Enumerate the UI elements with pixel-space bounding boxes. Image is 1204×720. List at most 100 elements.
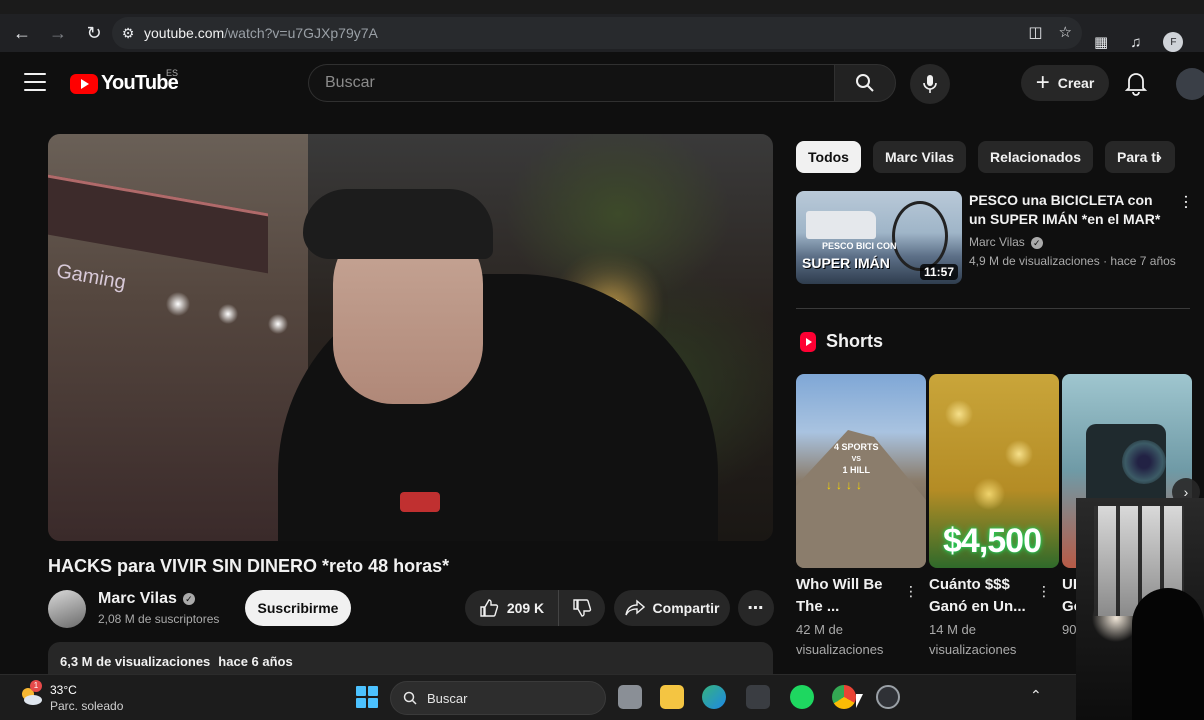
short-1-thumb-text: 4 SPORTS VS 1 HILL (834, 442, 879, 476)
arrow-down-icons: ↓↓↓↓ (826, 478, 866, 492)
share-label: Compartir (652, 600, 720, 616)
more-actions-button[interactable]: ⋯ (738, 590, 774, 626)
more-horizontal-icon: ⋯ (747, 600, 765, 617)
install-app-icon[interactable]: ◫ (1028, 23, 1042, 41)
youtube-logo[interactable]: YouTube ES (70, 68, 179, 95)
upload-age: hace 6 años (218, 654, 293, 669)
thumbnail-caption-big: SUPER IMÁN (802, 255, 890, 271)
recommended-title[interactable]: PESCO una BICICLETA con un SUPER IMÁN *e… (969, 191, 1169, 229)
mouse-cursor-icon (856, 694, 863, 708)
chip-para-ti[interactable]: Para ti (1105, 141, 1176, 173)
short-title-2[interactable]: Cuánto $$$ Ganó en Un... (929, 574, 1029, 618)
obs-recorder-icon[interactable] (876, 685, 900, 709)
thumbnail-caption-small: PESCO BICI CON (822, 241, 897, 251)
share-arrow-icon (624, 599, 645, 616)
browser-tab-strip (0, 0, 1204, 14)
recommended-thumbnail[interactable]: PESCO BICI CON SUPER IMÁN 11:57 (796, 191, 962, 284)
address-bar[interactable]: ⚙ youtube.com/watch?v=u7GJXp79y7A ◫ ☆ (112, 17, 1082, 49)
taskbar-search-label: Buscar (427, 690, 468, 706)
microphone-icon (923, 75, 937, 93)
like-count: 209 K (506, 600, 545, 616)
recommended-stats: 4,9 M de visualizaciones · hace 7 años (969, 254, 1176, 268)
recommended-views: 4,9 M de visualizaciones (969, 254, 1100, 268)
channel-name[interactable]: Marc Vilas ✓ (98, 590, 195, 608)
verified-check-icon: ✓ (182, 592, 195, 605)
more-vertical-icon[interactable]: ⋮ (1037, 583, 1051, 600)
short-thumbnail-2[interactable]: $4,500 (929, 374, 1059, 568)
more-vertical-icon[interactable]: ⋮ (904, 583, 918, 600)
thumbnail-bicycle-wheel (892, 201, 948, 271)
chevron-right-icon[interactable]: › (1156, 147, 1162, 168)
search-icon (856, 74, 874, 92)
webcam-person-silhouette (1132, 588, 1204, 720)
chip-relacionados[interactable]: Relacionados (977, 141, 1094, 173)
media-controls-icon[interactable]: ♫ (1130, 34, 1141, 51)
like-button[interactable]: 209 K (465, 590, 559, 626)
profile-avatar[interactable]: F (1163, 32, 1184, 52)
windows-taskbar: 1 33°C Parc. soleado Buscar ⌃ (0, 674, 1076, 720)
notifications-bell-icon[interactable] (1124, 70, 1148, 98)
channel-name-text[interactable]: Marc Vilas (98, 590, 177, 607)
filter-chips: Todos Marc Vilas Relacionados Para ti (796, 141, 1176, 173)
task-view-icon[interactable] (618, 685, 642, 709)
webcam-overlay (1076, 498, 1204, 720)
reload-button[interactable]: ↻ (76, 18, 112, 48)
short-2-thumb-text: $4,500 (943, 522, 1042, 560)
recommended-channel-text[interactable]: Marc Vilas (969, 235, 1025, 249)
thumbnail-ship (806, 211, 876, 239)
spotify-icon[interactable] (790, 685, 814, 709)
dislike-button[interactable] (559, 590, 605, 626)
subscribe-button[interactable]: Suscribirme (245, 590, 351, 626)
microsoft-store-icon[interactable] (746, 685, 770, 709)
account-avatar[interactable] (1176, 68, 1204, 100)
url-host: youtube.com (144, 25, 225, 41)
voice-search-button[interactable] (910, 64, 950, 104)
create-label: Crear (1057, 75, 1095, 91)
browser-toolbar: ← → ↻ ⚙ youtube.com/watch?v=u7GJXp79y7A … (0, 14, 1204, 52)
weather-temperature[interactable]: 33°C (50, 683, 77, 697)
thumbs-down-icon (573, 599, 592, 617)
file-explorer-icon[interactable] (660, 685, 684, 709)
short-thumbnail-1[interactable]: 4 SPORTS VS 1 HILL ↓↓↓↓ (796, 374, 926, 568)
site-info-icon[interactable]: ⚙ (112, 25, 144, 42)
weather-notification-badge: 1 (30, 680, 42, 692)
url-path: /watch?v=u7GJXp79y7A (224, 25, 378, 41)
short-1-thumb-line-1: 4 SPORTS (834, 442, 879, 452)
chip-todos[interactable]: Todos (796, 141, 861, 173)
extensions-icon[interactable]: ▦ (1094, 33, 1108, 51)
recommended-channel[interactable]: Marc Vilas ✓ (969, 235, 1043, 249)
taskbar-search[interactable]: Buscar (390, 681, 606, 715)
forward-button[interactable]: → (40, 18, 76, 48)
search-button[interactable] (834, 64, 896, 102)
video-frame-cap (303, 189, 493, 259)
thumbnail-lens (1122, 440, 1166, 484)
like-dislike-group: 209 K (465, 590, 605, 626)
create-button[interactable]: + Crear (1021, 65, 1109, 101)
duration-badge: 11:57 (919, 264, 958, 280)
chip-marc-vilas[interactable]: Marc Vilas (872, 141, 966, 173)
channel-avatar[interactable] (48, 590, 86, 628)
shorts-logo-icon (800, 331, 816, 352)
video-frame-lights (158, 284, 308, 344)
shorts-title: Shorts (826, 331, 884, 351)
more-vertical-icon[interactable]: ⋯ (1176, 194, 1195, 210)
menu-icon[interactable] (24, 73, 46, 91)
share-button[interactable]: Compartir (614, 590, 730, 626)
short-1-thumb-line-2: VS (851, 456, 861, 463)
chevron-up-icon[interactable]: ⌃ (1030, 687, 1042, 704)
youtube-header: YouTube ES + Crear (0, 56, 1204, 112)
edge-browser-icon[interactable] (702, 685, 726, 709)
verified-check-icon: ✓ (1030, 236, 1043, 249)
region-code: ES (166, 68, 179, 78)
bookmark-star-icon[interactable]: ☆ (1059, 23, 1072, 41)
chrome-browser-icon[interactable] (832, 685, 856, 709)
recommended-age: hace 7 años (1110, 254, 1176, 268)
back-button[interactable]: ← (4, 18, 40, 48)
video-player[interactable]: Gaming (48, 134, 773, 541)
search-input[interactable] (325, 74, 834, 92)
windows-start-icon[interactable] (356, 686, 378, 708)
short-title-1[interactable]: Who Will Be The ... (796, 574, 896, 618)
view-count: 6,3 M de visualizaciones (60, 654, 211, 669)
weather-description[interactable]: Parc. soleado (50, 699, 123, 713)
short-1-thumb-line-3: 1 HILL (842, 465, 871, 475)
